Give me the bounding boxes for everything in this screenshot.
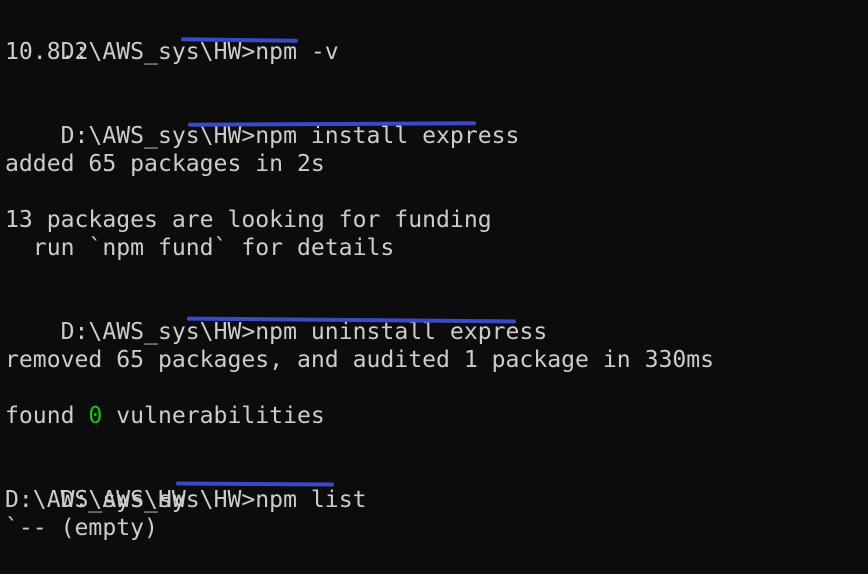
output-line: 10.8.2 [5, 39, 89, 65]
command-line-npm-version: D:\AWS_sys\HW>npm -v [5, 10, 868, 65]
output-line: 13 packages are looking for funding [5, 207, 492, 233]
vulnerabilities-line: found 0 vulnerabilities [5, 402, 868, 430]
command-line-npm-uninstall: D:\AWS_sys\HW>npm uninstall express [5, 290, 868, 345]
terminal-window[interactable]: D:\AWS_sys\HW>npm -v 10.8.2 D:\AWS_sys\H… [0, 0, 868, 574]
output-line: run `npm fund` for details [5, 235, 395, 261]
output-text: vulnerabilities [102, 403, 325, 429]
command-line-npm-list: D:\AWS_sys\HW>npm list [5, 458, 868, 513]
vulnerability-count: 0 [88, 403, 103, 429]
output-line: D:\AWS_sys\HW [5, 487, 186, 513]
output-line: removed 65 packages, and audited 1 packa… [5, 347, 715, 373]
output-text: found [5, 403, 89, 429]
output-line: added 65 packages in 2s [5, 151, 325, 177]
output-line: `-- (empty) [5, 515, 158, 541]
command-line-npm-install: D:\AWS_sys\HW>npm install express [5, 94, 868, 149]
